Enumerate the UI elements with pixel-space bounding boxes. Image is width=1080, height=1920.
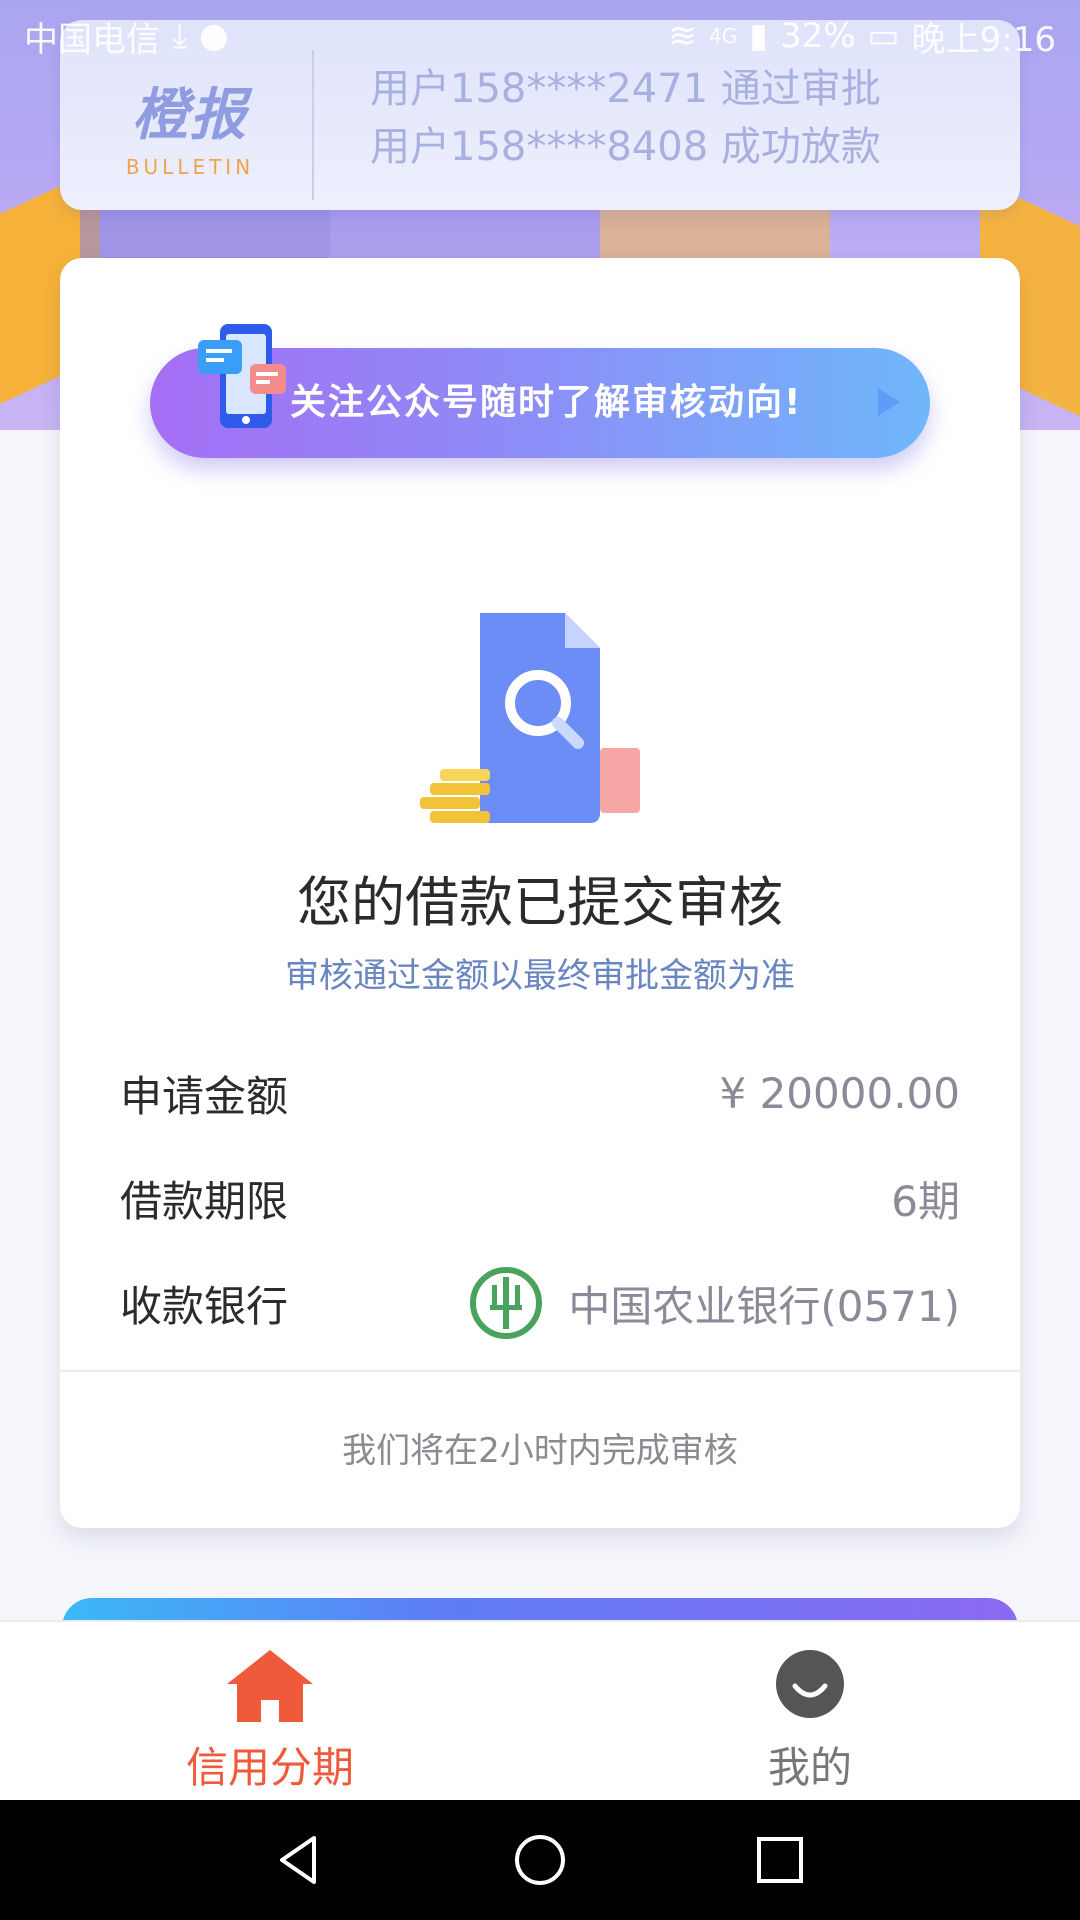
tab-credit-installment[interactable]: 信用分期 [0, 1622, 540, 1802]
battery-percent: 32% [779, 16, 856, 56]
carrier-label: 中国电信 [24, 19, 160, 60]
status-left: 中国电信 ⤓ ● [24, 12, 229, 61]
message-icon: ● [199, 16, 229, 56]
abc-bank-logo-icon [470, 1267, 543, 1339]
clock: 晚上9:16 [911, 19, 1056, 60]
phone-chat-icon [198, 324, 286, 428]
screen: 中国电信 ⤓ ● ≋ 4G ▮ 32% ▭ 晚上9:16 橙报 BULLETIN… [0, 0, 1080, 1920]
review-card: 关注公众号随时了解审核动向! 您的借款已提交审核 审核通过金额以最终审批金额为准… [60, 258, 1020, 1528]
bottom-tab-bar: 信用分期 我的 [0, 1620, 1080, 1800]
follow-account-text: 关注公众号随时了解审核动向! [290, 382, 803, 423]
tab-label: 我的 [767, 1743, 852, 1792]
row-value: 6期 [891, 1176, 960, 1226]
review-title: 您的借款已提交审核 [297, 871, 783, 934]
tab-label: 信用分期 [185, 1743, 354, 1792]
status-right: ≋ 4G ▮ 32% ▭ 晚上9:16 [668, 12, 1056, 61]
battery-icon: ▭ [867, 16, 900, 56]
status-bar: 中国电信 ⤓ ● ≋ 4G ▮ 32% ▭ 晚上9:16 [0, 0, 1080, 72]
bulletin-message: 用户158****8408 成功放款 [370, 124, 881, 170]
back-icon[interactable] [270, 1830, 330, 1890]
row-value: ¥ 20000.00 [719, 1068, 960, 1118]
row-value-bank: 中国农业银行(0571) [468, 1265, 960, 1341]
bulletin-divider [312, 50, 314, 200]
card-divider [60, 1370, 1020, 1372]
profile-icon [776, 1650, 844, 1718]
play-arrow-icon [878, 388, 900, 416]
bulletin-logo: 橙报 BULLETIN [90, 70, 290, 179]
system-navigation-bar [0, 1800, 1080, 1920]
review-subtitle: 审核通过金额以最终审批金额为准 [285, 956, 795, 996]
home-icon [227, 1650, 313, 1722]
review-eta-note: 我们将在2小时内完成审核 [342, 1431, 738, 1471]
document-search-icon [420, 613, 640, 823]
row-receiving-bank: 收款银行 中国农业银行(0571) [120, 1263, 960, 1343]
download-icon: ⤓ [172, 16, 188, 56]
wifi-icon: ≋ [668, 16, 697, 56]
network-type: 4G [708, 24, 738, 48]
bulletin-messages: 用户158****2471 通过审批 用户158****8408 成功放款 [370, 60, 1010, 176]
row-label: 借款期限 [120, 1176, 289, 1226]
home-button-icon[interactable] [510, 1830, 570, 1890]
recents-icon[interactable] [750, 1830, 810, 1890]
signal-icon: ▮ [749, 16, 768, 56]
bulletin-logo-cn: 橙报 [132, 83, 248, 148]
tab-mine[interactable]: 我的 [540, 1622, 1080, 1802]
row-label: 申请金额 [120, 1071, 289, 1121]
row-label: 收款银行 [120, 1281, 289, 1331]
row-apply-amount: 申请金额 ¥ 20000.00 [120, 1053, 960, 1133]
bank-name: 中国农业银行(0571) [568, 1281, 960, 1331]
bulletin-logo-en: BULLETIN [125, 155, 255, 179]
row-loan-term: 借款期限 6期 [120, 1158, 960, 1238]
